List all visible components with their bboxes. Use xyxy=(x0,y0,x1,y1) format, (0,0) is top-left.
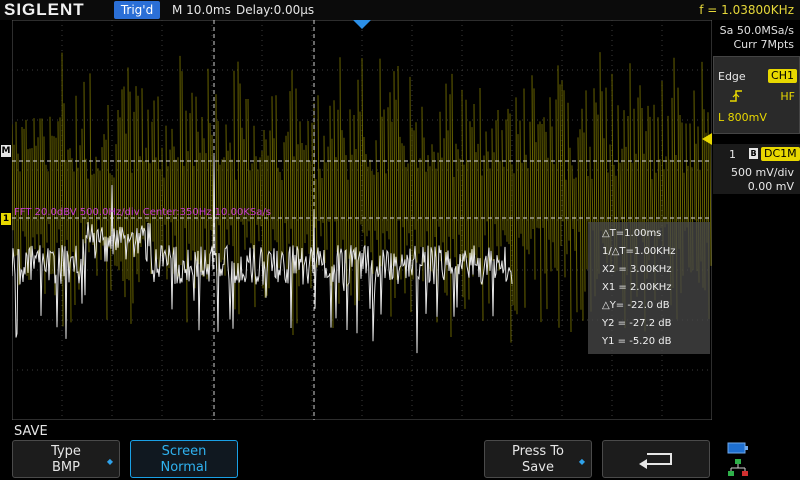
delta-t-value: △T=1.00ms xyxy=(602,228,662,239)
menu-arrow-icon: ◆ xyxy=(578,457,585,466)
frequency-counter: f = 1.03800KHz xyxy=(699,3,794,17)
back-button[interactable] xyxy=(602,440,710,478)
battery-icon xyxy=(727,442,748,454)
trigger-level-arrow-icon[interactable] xyxy=(702,133,712,145)
delta-y-value: △Y= -22.0 dB xyxy=(602,300,670,311)
type-value: BMP xyxy=(52,460,80,475)
delay-readout: Delay:0.00μs xyxy=(236,3,315,17)
return-arrow-icon xyxy=(639,453,672,469)
x1-value: X1 = 2.00KHz xyxy=(602,282,672,293)
trigger-coupling: HF xyxy=(780,90,795,103)
brand-logo: SIGLENT xyxy=(4,0,85,19)
rising-edge-icon xyxy=(730,90,742,102)
y1-value: Y1 = -5.20 dB xyxy=(602,336,672,347)
trigger-position-icon[interactable] xyxy=(353,20,371,30)
press-label: Press To xyxy=(511,444,565,459)
channel-offset: 0.00 mV xyxy=(747,180,794,193)
press-value: Save xyxy=(522,460,554,475)
trigger-level: L 800mV xyxy=(718,111,767,124)
channel-number: 1 xyxy=(729,148,736,161)
screen-button[interactable]: Screen Normal xyxy=(130,440,238,478)
status-bar: SIGLENT Trig'd M 10.0ms Delay:0.00μs f =… xyxy=(0,0,800,20)
screen-value: Normal xyxy=(160,460,208,475)
trigger-source-badge: CH1 xyxy=(768,69,797,83)
sample-rate: Sa 50.0MSa/s xyxy=(719,24,794,37)
waveform-display[interactable] xyxy=(12,20,712,420)
channel1-info-box[interactable]: 1 B DC1M 500 mV/div 0.00 mV xyxy=(713,144,800,194)
type-label: Type xyxy=(51,444,81,459)
timebase-readout: M 10.0ms xyxy=(172,3,231,17)
trigger-settings-box[interactable]: Edge CH1 HF L 800mV xyxy=(713,56,800,134)
screen-label: Screen xyxy=(161,444,207,459)
fft-info-label: FFT 20.0dBV 500.0Hz/div Center:350Hz 10.… xyxy=(14,207,271,218)
menu-title: SAVE xyxy=(14,424,48,439)
network-icon xyxy=(728,459,748,476)
bandwidth-limit-icon: B xyxy=(749,148,758,159)
volts-per-div: 500 mV/div xyxy=(731,166,794,179)
channel-coupling-badge: DC1M xyxy=(761,147,800,161)
x2-value: X2 = 3.00KHz xyxy=(602,264,672,275)
menu-arrow-icon: ◆ xyxy=(106,457,113,466)
memory-depth: Curr 7Mpts xyxy=(733,38,794,51)
inverse-delta-t-value: 1/△T=1.00KHz xyxy=(602,246,676,257)
right-info-panel: Sa 50.0MSa/s Curr 7Mpts Edge CH1 HF L 80… xyxy=(702,20,800,420)
trigger-status-badge: Trig'd xyxy=(114,1,160,19)
type-button[interactable]: Type BMP ◆ xyxy=(12,440,120,478)
cursor-measurement-panel: △T=1.00ms 1/△T=1.00KHz X2 = 3.00KHz X1 =… xyxy=(588,222,710,354)
math-marker-icon[interactable]: M xyxy=(1,145,11,157)
trigger-type: Edge xyxy=(718,70,746,83)
y2-value: Y2 = -27.2 dB xyxy=(602,318,672,329)
press-to-save-button[interactable]: Press To Save ◆ xyxy=(484,440,592,478)
ch1-marker-icon[interactable]: 1 xyxy=(1,213,11,225)
